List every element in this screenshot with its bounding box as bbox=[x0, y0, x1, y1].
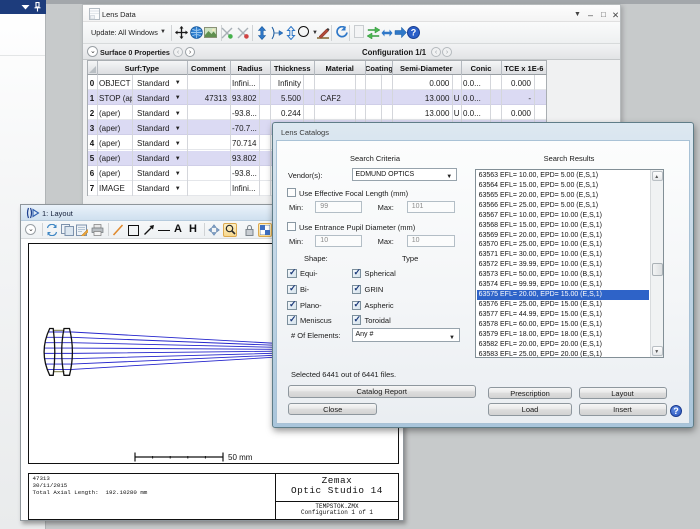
svg-text:?: ? bbox=[411, 28, 417, 38]
svg-text:50 mm: 50 mm bbox=[228, 453, 253, 462]
